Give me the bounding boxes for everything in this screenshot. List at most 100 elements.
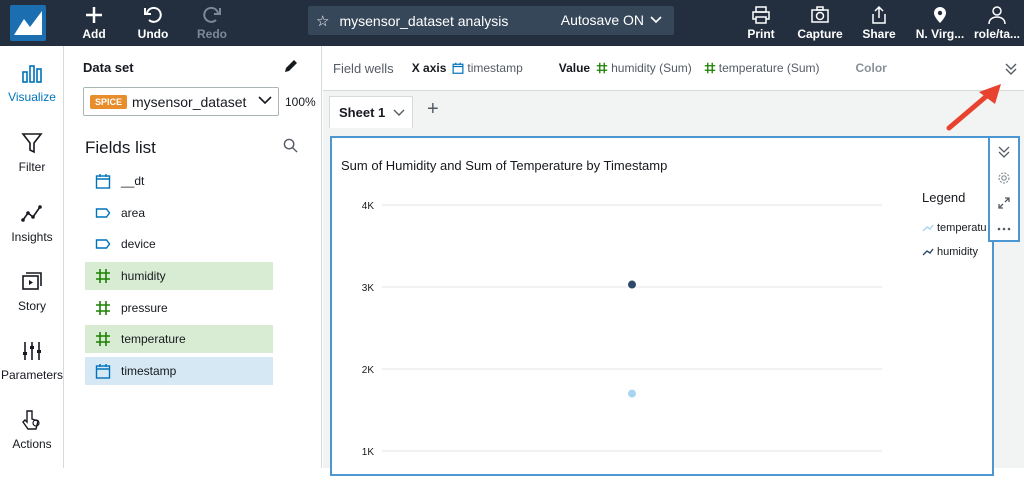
undo-icon: [144, 6, 162, 23]
data-point-temperature[interactable]: [628, 389, 636, 398]
fields-list-title: Fields list: [85, 138, 156, 157]
field-dt[interactable]: __dt: [85, 167, 273, 195]
spice-badge: SPICE: [90, 94, 128, 109]
dataset-label: Data set: [83, 60, 134, 75]
field-label: temperature: [121, 332, 186, 346]
undo-button[interactable]: Undo: [136, 2, 170, 44]
calendar-icon: [95, 174, 111, 189]
field-label: area: [121, 206, 146, 220]
fields-panel: Data set SPICE mysensor_dataset 100% Fie…: [65, 46, 322, 468]
legend-line-swatch: [922, 248, 934, 256]
nav-actions[interactable]: Actions: [0, 409, 64, 469]
logo-icon: [14, 11, 42, 35]
visual-card[interactable]: Sum of Humidity and Sum of Temperature b…: [330, 136, 994, 476]
y-tick-label: 2K: [362, 365, 375, 376]
dataset-select[interactable]: SPICE mysensor_dataset: [83, 87, 279, 116]
redo-icon: [203, 6, 221, 23]
legend-title: Legend: [922, 190, 966, 205]
field-area[interactable]: area: [85, 199, 273, 227]
more-options-icon[interactable]: [997, 222, 1011, 236]
double-chevron-down-icon[interactable]: [1004, 62, 1018, 76]
nav-story-label: Story: [17, 299, 46, 313]
field-label: pressure: [121, 301, 168, 315]
nav-insights-label: Insights: [11, 230, 53, 244]
double-chevron-down-icon[interactable]: [997, 145, 1011, 159]
print-button[interactable]: Print: [746, 2, 776, 44]
star-icon[interactable]: ☆: [316, 12, 329, 30]
add-label: Add: [82, 27, 106, 41]
share-icon: [872, 5, 886, 24]
nav-story[interactable]: Story: [0, 271, 64, 331]
y-tick-label: 3K: [362, 283, 375, 294]
dimension-tag-icon: [95, 239, 111, 249]
insights-icon: [21, 205, 42, 222]
nav-visualize-label: Visualize: [8, 90, 56, 104]
pointer-gear-icon: [22, 410, 40, 430]
hash-icon: [596, 62, 608, 74]
print-label: Print: [747, 27, 775, 41]
color-well[interactable]: Color: [856, 61, 887, 75]
filter-icon: [21, 133, 43, 154]
redo-button[interactable]: Redo: [196, 2, 228, 44]
xaxis-well[interactable]: timestamp: [452, 61, 523, 75]
field-humidity[interactable]: humidity: [85, 262, 273, 290]
field-label: timestamp: [121, 364, 177, 378]
share-button[interactable]: Share: [862, 2, 896, 44]
field-timestamp[interactable]: timestamp: [85, 357, 273, 385]
user-label: role/ta...: [973, 27, 1020, 41]
printer-icon: [752, 6, 770, 24]
hash-icon: [96, 301, 110, 315]
nav-actions-label: Actions: [12, 437, 52, 451]
analysis-title-box[interactable]: ☆ mysensor_dataset analysis Autosave ON: [308, 6, 674, 35]
search-icon[interactable]: [283, 138, 298, 153]
left-nav: Visualize Filter Insights Story Paramete…: [0, 46, 64, 468]
location-pin-icon: [934, 7, 946, 23]
add-sheet-icon[interactable]: +: [427, 98, 439, 121]
capture-button[interactable]: Capture: [797, 2, 843, 44]
field-device[interactable]: device: [85, 230, 273, 258]
dataset-name: mysensor_dataset: [132, 93, 247, 110]
field-pressure[interactable]: pressure: [85, 294, 273, 322]
expand-icon[interactable]: [997, 196, 1011, 210]
story-icon: [22, 272, 42, 290]
tab-sheet-1[interactable]: Sheet 1: [329, 96, 413, 128]
nav-parameters[interactable]: Parameters: [0, 340, 64, 400]
add-button[interactable]: Add: [80, 2, 108, 44]
xaxis-well-key: X axis: [411, 61, 447, 75]
nav-filter[interactable]: Filter: [0, 132, 64, 192]
sheet-tabs: Sheet 1 +: [323, 92, 1024, 128]
field-label: humidity: [121, 269, 166, 283]
visual-toolbar: [988, 136, 1020, 242]
quicksight-logo[interactable]: [10, 5, 46, 41]
tab-sheet-1-label: Sheet 1: [339, 105, 386, 120]
sliders-icon: [23, 342, 41, 360]
region-label: N. Virg...: [915, 27, 965, 41]
spice-percent: 100%: [285, 95, 316, 109]
value-well-temperature-label: temperature (Sum): [718, 61, 820, 75]
nav-insights[interactable]: Insights: [0, 202, 64, 262]
gear-icon[interactable]: [997, 171, 1011, 185]
nav-parameters-label: Parameters: [0, 368, 64, 382]
chart-title: Sum of Humidity and Sum of Temperature b…: [341, 158, 668, 173]
field-wells-bar[interactable]: Field wells X axis timestamp Value humid…: [323, 46, 1024, 91]
pencil-icon[interactable]: [283, 58, 299, 74]
value-well-humidity[interactable]: humidity (Sum): [596, 61, 692, 75]
legend-item-temperature[interactable]: temperatu: [922, 222, 987, 234]
legend-item-humidity[interactable]: humidity: [922, 246, 978, 258]
line-chart: 1K 2K 3K 4K: [362, 201, 882, 458]
top-toolbar: Add Undo Redo ☆ mysensor_dataset analysi…: [0, 0, 1024, 46]
dimension-tag-icon: [95, 208, 111, 218]
chevron-down-icon: [393, 109, 405, 116]
nav-visualize[interactable]: Visualize: [0, 62, 64, 122]
region-selector[interactable]: N. Virg...: [912, 2, 968, 44]
redo-label: Redo: [197, 27, 227, 41]
legend-label-humidity: humidity: [937, 246, 978, 258]
autosave-dropdown[interactable]: Autosave ON: [561, 12, 662, 28]
value-well-temperature[interactable]: temperature (Sum): [704, 61, 820, 75]
data-point-humidity[interactable]: [628, 280, 636, 289]
analysis-name[interactable]: mysensor_dataset analysis: [339, 13, 508, 29]
user-menu[interactable]: role/ta...: [970, 2, 1024, 44]
value-well-key: Value: [558, 61, 591, 75]
field-temperature[interactable]: temperature: [85, 325, 273, 353]
field-label: device: [121, 237, 156, 251]
